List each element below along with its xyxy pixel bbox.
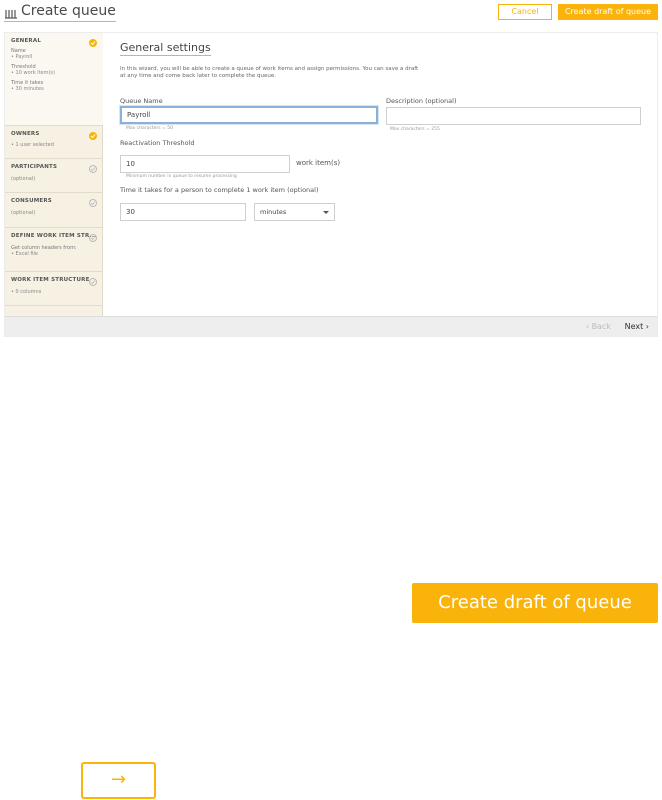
step-field-value: • 0 columns	[11, 289, 42, 295]
chevron-down-icon	[323, 211, 329, 214]
sidebar-step-consumers[interactable]: CONSUMERS (optional)	[5, 193, 103, 228]
wizard-sidebar: GENERAL Name • Payroll Threshold • 10 wo…	[5, 33, 103, 316]
page-header: Create queue Cancel Create draft of queu…	[0, 0, 662, 24]
step-title: PARTICIPANTS	[11, 164, 58, 170]
step-title: OWNERS	[11, 131, 40, 137]
sidebar-step-general[interactable]: GENERAL Name • Payroll Threshold • 10 wo…	[5, 33, 103, 126]
threshold-unit: work item(s)	[296, 159, 341, 167]
back-button[interactable]: ‹ Back	[586, 322, 611, 331]
queue-name-input[interactable]: Payroll	[120, 106, 378, 124]
check-done-icon	[89, 39, 97, 47]
description-input[interactable]	[386, 107, 641, 125]
create-draft-button-zoom[interactable]: Create draft of queue	[412, 583, 658, 623]
create-draft-button[interactable]: Create draft of queue	[558, 4, 658, 20]
next-arrow-button-zoom[interactable]: →	[81, 762, 156, 799]
queue-name-label: Queue Name	[120, 97, 163, 105]
check-pending-icon	[89, 165, 97, 173]
threshold-hint: Minimum number in queue to resume proces…	[126, 174, 237, 179]
time-unit-selected: minutes	[260, 208, 287, 216]
step-field-value: • Excel file	[11, 251, 38, 257]
queue-name-hint: Max characters = 50	[126, 126, 173, 131]
next-button[interactable]: Next ›	[625, 322, 649, 331]
step-field-value: • Payroll	[11, 54, 33, 60]
general-settings-panel: General settings In this wizard, you wil…	[104, 33, 657, 316]
step-field-value: • 10 work item(s)	[11, 70, 55, 76]
step-title: DEFINE WORK ITEM STR...	[11, 233, 97, 239]
page-title-text: Create queue	[21, 3, 116, 19]
time-input[interactable]: 30	[120, 203, 246, 221]
check-done-icon	[89, 132, 97, 140]
check-pending-icon	[89, 199, 97, 207]
threshold-label: Reactivation Threshold	[120, 139, 195, 147]
sidebar-step-owners[interactable]: OWNERS • 1 user selected	[5, 126, 103, 159]
step-title: WORK ITEM STRUCTURE	[11, 277, 90, 283]
time-unit-select[interactable]: minutes	[254, 203, 335, 221]
section-title: General settings	[120, 41, 211, 56]
queue-icon	[4, 5, 18, 19]
time-label: Time it takes for a person to complete 1…	[120, 186, 319, 194]
wizard-panel: GENERAL Name • Payroll Threshold • 10 wo…	[4, 32, 658, 337]
check-pending-icon	[89, 278, 97, 286]
step-title: GENERAL	[11, 38, 42, 44]
arrow-right-icon: →	[110, 769, 127, 790]
sidebar-step-work-item-structure[interactable]: WORK ITEM STRUCTURE • 0 columns	[5, 272, 103, 306]
step-field-value: • 1 user selected	[11, 142, 54, 148]
step-field-value: (optional)	[11, 176, 36, 182]
step-title: CONSUMERS	[11, 198, 52, 204]
step-field-value: (optional)	[11, 210, 36, 216]
sidebar-step-participants[interactable]: PARTICIPANTS (optional)	[5, 159, 103, 193]
intro-text: In this wizard, you will be able to crea…	[120, 66, 419, 79]
threshold-input[interactable]: 10	[120, 155, 290, 173]
description-label: Description (optional)	[386, 97, 457, 105]
description-hint: Max characters = 255	[390, 127, 440, 132]
wizard-footer: ‹ Back Next ›	[5, 316, 657, 336]
sidebar-step-define-work-item-structure[interactable]: DEFINE WORK ITEM STR... Get column heade…	[5, 228, 103, 272]
cancel-button[interactable]: Cancel	[498, 4, 552, 20]
step-field-value: • 30 minutes	[11, 86, 44, 92]
page-title: Create queue	[4, 2, 116, 22]
check-pending-icon	[89, 234, 97, 242]
